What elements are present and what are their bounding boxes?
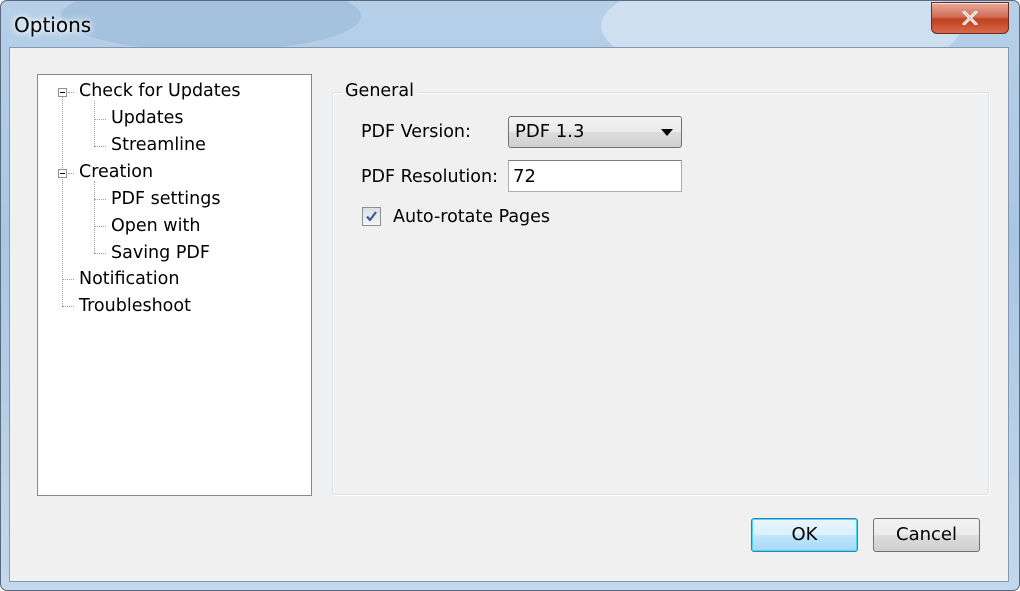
tree-connector bbox=[94, 226, 106, 228]
tree-connector bbox=[62, 279, 74, 281]
pdf-version-value: PDF 1.3 bbox=[515, 121, 585, 142]
collapse-toggle-creation[interactable] bbox=[58, 169, 67, 178]
tree-connector bbox=[94, 146, 106, 148]
tree-item-streamline[interactable]: Streamline bbox=[109, 135, 208, 155]
tree-item-creation[interactable]: Creation bbox=[77, 162, 155, 182]
tree-connector bbox=[94, 101, 96, 146]
ok-button[interactable]: OK bbox=[751, 518, 858, 552]
general-group-label: General bbox=[342, 81, 417, 101]
tree-connector bbox=[94, 181, 96, 253]
pdf-version-dropdown[interactable]: PDF 1.3 bbox=[508, 116, 682, 148]
dialog-client-area: Check for Updates Updates Streamline Cre… bbox=[9, 47, 1009, 582]
pdf-version-label: PDF Version: bbox=[361, 122, 471, 142]
title-bar-glass bbox=[1, 1, 1019, 47]
tree-item-updates[interactable]: Updates bbox=[109, 108, 186, 128]
tree-connector bbox=[68, 92, 74, 94]
tree-connector bbox=[94, 199, 106, 201]
tree-item-troubleshoot[interactable]: Troubleshoot bbox=[77, 296, 193, 316]
options-tree[interactable]: Check for Updates Updates Streamline Cre… bbox=[37, 74, 312, 496]
collapse-toggle-check-for-updates[interactable] bbox=[58, 88, 67, 97]
autorotate-checkbox[interactable] bbox=[362, 207, 381, 226]
pdf-resolution-input[interactable] bbox=[508, 160, 682, 192]
tree-connector bbox=[62, 306, 74, 308]
tree-item-pdf-settings[interactable]: PDF settings bbox=[109, 189, 222, 209]
options-dialog: Options Check for Updates Updates Stream… bbox=[0, 0, 1020, 591]
tree-connector bbox=[94, 119, 106, 121]
tree-connector bbox=[62, 97, 64, 306]
close-button[interactable] bbox=[931, 2, 1009, 34]
title-bar[interactable]: Options bbox=[1, 1, 1019, 47]
general-groupbox bbox=[332, 92, 989, 495]
tree-item-open-with[interactable]: Open with bbox=[109, 216, 202, 236]
tree-item-check-for-updates[interactable]: Check for Updates bbox=[77, 81, 243, 101]
cancel-button[interactable]: Cancel bbox=[873, 518, 980, 552]
pdf-resolution-label: PDF Resolution: bbox=[361, 167, 498, 187]
chevron-down-icon bbox=[661, 129, 673, 136]
checkmark-icon bbox=[366, 211, 377, 222]
close-icon bbox=[962, 11, 978, 25]
window-title: Options bbox=[14, 13, 92, 37]
tree-connector bbox=[68, 173, 74, 175]
tree-item-notification[interactable]: Notification bbox=[77, 269, 181, 289]
tree-connector bbox=[94, 253, 106, 255]
autorotate-label[interactable]: Auto-rotate Pages bbox=[393, 207, 550, 227]
tree-item-saving-pdf[interactable]: Saving PDF bbox=[109, 243, 212, 263]
